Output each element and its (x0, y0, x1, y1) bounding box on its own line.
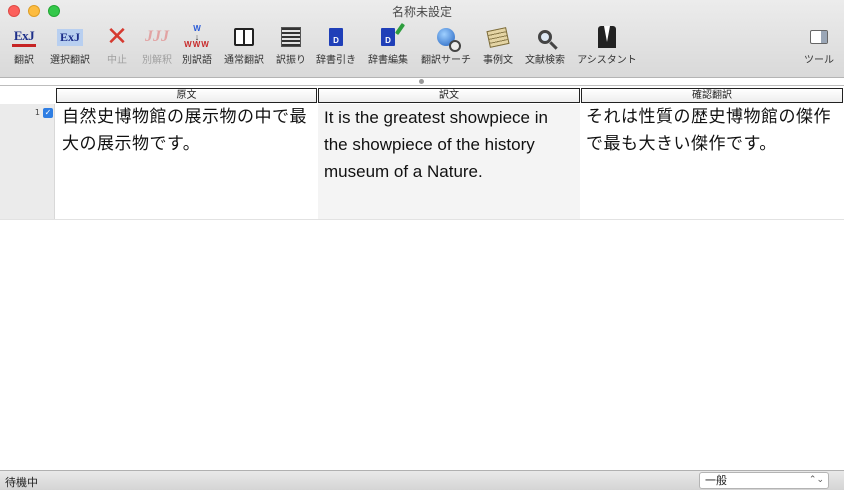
alternate-word-icon: W ↓ WWW (184, 24, 210, 49)
row-number: 1 (34, 108, 40, 117)
normal-translate-icon (229, 22, 259, 52)
status-bar: 待機中 一般 ⌃⌄ (0, 470, 844, 490)
column-header-source[interactable]: 原文 (56, 88, 317, 103)
translation-table: 原文 訳文 確認翻訳 1 ✓ 自然史博物館の展示物の中で最大の展示物です。 It… (0, 85, 844, 470)
window-toolbar: 名称未設定 ExJ 翻訳 ExJ 選択翻訳 ✕ 中止 JJJ 別解釈 W ↓ W… (0, 0, 844, 78)
dictionary-lookup-button[interactable]: D 辞書引き (314, 22, 358, 72)
alternate-interpretation-button[interactable]: JJJ 別解釈 (139, 22, 175, 72)
alternate-word-button[interactable]: W ↓ WWW 別訳語 (179, 22, 215, 72)
row-divider (0, 219, 844, 220)
stop-button[interactable]: ✕ 中止 (102, 22, 132, 72)
translate-ej-icon: ExJ (9, 22, 39, 52)
translation-text-cell[interactable]: It is the greatest showpiece in the show… (318, 104, 580, 219)
translation-mode-select[interactable]: 一般 ⌃⌄ (699, 472, 829, 489)
example-sentence-button[interactable]: 事例文 (480, 22, 516, 72)
column-header-translation[interactable]: 訳文 (318, 88, 580, 103)
dictionary-lookup-icon: D (321, 22, 351, 52)
chevron-updown-icon: ⌃⌄ (808, 475, 824, 485)
confirmation-text-cell[interactable]: それは性質の歴史博物館の傑作で最も大きい傑作です。 (580, 104, 844, 219)
normal-translate-button[interactable]: 通常翻訳 (220, 22, 268, 72)
translation-search-icon (431, 22, 461, 52)
interlinear-icon (276, 22, 306, 52)
row-checkbox[interactable]: ✓ (43, 108, 53, 118)
translation-search-button[interactable]: 翻訳サーチ (418, 22, 474, 72)
tools-button[interactable]: ツール (800, 22, 838, 72)
assistant-icon (592, 22, 622, 52)
status-text: 待機中 (5, 476, 38, 489)
literature-search-icon (530, 22, 560, 52)
column-header-confirmation[interactable]: 確認翻訳 (581, 88, 843, 103)
assistant-button[interactable]: アシスタント (574, 22, 640, 72)
selection-translate-icon: ExJ (55, 22, 85, 52)
selection-translate-button[interactable]: ExJ 選択翻訳 (46, 22, 94, 72)
alternate-interpretation-icon: JJJ (145, 28, 169, 45)
splitter-handle[interactable] (419, 79, 424, 84)
window-title: 名称未設定 (391, 5, 452, 19)
source-text-cell[interactable]: 自然史博物館の展示物の中で最大の展示物です。 (56, 104, 318, 219)
literature-search-button[interactable]: 文献検索 (521, 22, 569, 72)
dictionary-edit-icon: D (373, 22, 403, 52)
sidebar-icon (804, 22, 834, 52)
dictionary-edit-button[interactable]: D 辞書編集 (365, 22, 411, 72)
row-gutter: 1 ✓ (0, 104, 55, 219)
interlinear-button[interactable]: 訳振り (273, 22, 309, 72)
stop-icon: ✕ (106, 22, 128, 52)
translate-button[interactable]: ExJ 翻訳 (8, 22, 40, 72)
example-sentence-icon (483, 22, 513, 52)
translation-mode-value: 一般 (705, 474, 727, 487)
